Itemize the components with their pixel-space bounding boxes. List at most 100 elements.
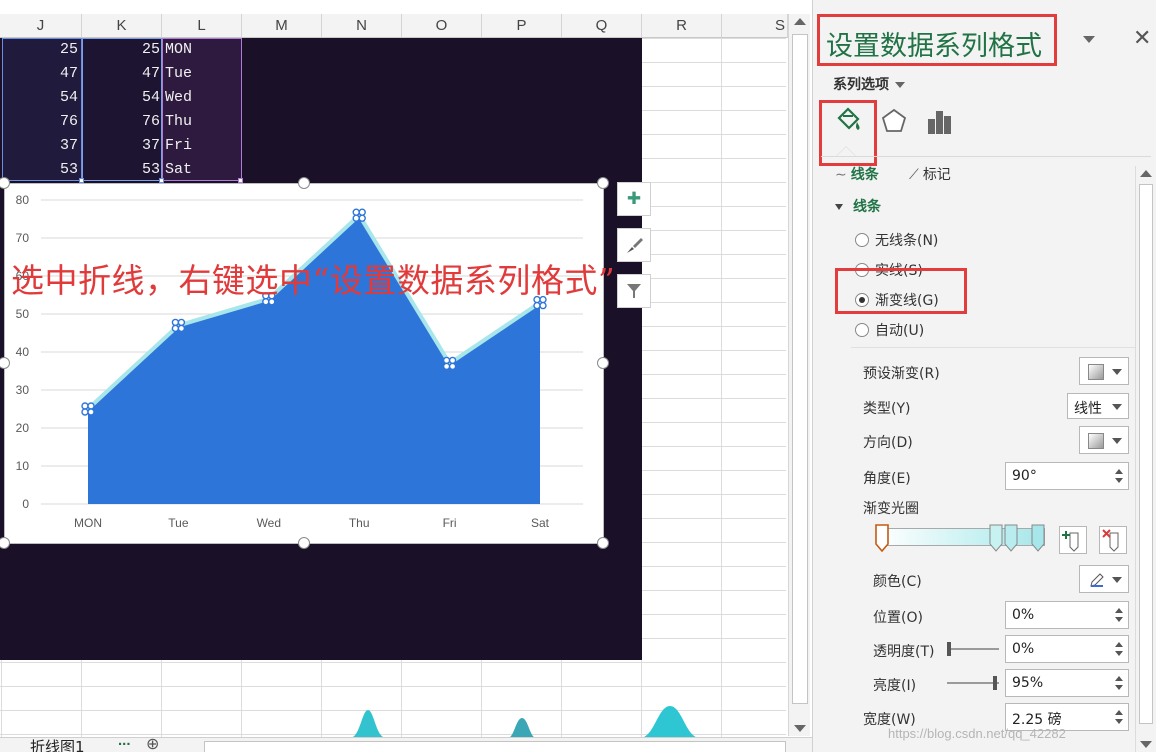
add-sheet-icon[interactable]: ⊕ [146,734,159,752]
sheet-tab[interactable]: 折线图1 [30,736,85,752]
column-header-n[interactable]: N [322,14,402,38]
scroll-up-icon[interactable] [1140,170,1152,177]
section-header-line[interactable]: 线条 [835,196,881,216]
sheet-vertical-scrollbar[interactable] [788,14,810,736]
add-gradient-stop-button[interactable] [1059,526,1087,554]
cell-l[interactable]: MON [165,41,241,58]
brightness-input[interactable]: 95% [1005,669,1129,697]
chart-resize-handle[interactable] [597,177,609,189]
spin-down-icon[interactable] [1115,685,1123,690]
transparency-input[interactable]: 0% [1005,635,1129,663]
radio-no-line[interactable]: 无线条(N) [855,230,938,250]
watermark: https://blog.csdn.net/qq_42282 [888,726,1066,741]
remove-gradient-stop-button[interactable] [1099,526,1127,554]
scroll-thumb[interactable] [1139,184,1153,724]
scroll-down-icon[interactable] [794,725,806,732]
area-chart[interactable]: 01020304050607080MON Tue Wed Thu Fri Sat [5,184,605,545]
spin-up-icon[interactable] [1115,642,1123,647]
chart-elements-button[interactable]: ✚ [617,182,651,216]
cell-k[interactable]: 37 [82,137,160,154]
chart-resize-handle[interactable] [597,357,609,369]
sheet-tab-bar: 折线图1 ... ⊕ [0,732,812,752]
gradient-stop-selected[interactable] [875,524,889,552]
gradient-stop[interactable] [1004,524,1018,552]
cell-k[interactable]: 25 [82,41,160,58]
column-header-p[interactable]: P [482,14,562,38]
remove-stop-icon [1102,529,1119,552]
chart-styles-button[interactable] [617,228,651,262]
scroll-up-icon[interactable] [794,18,806,25]
filter-icon [627,284,641,298]
cell-k[interactable]: 54 [82,89,160,106]
series-options-dropdown[interactable]: 系列选项 [833,74,905,94]
radio-button[interactable] [855,233,869,247]
position-label: 位置(O) [873,610,923,626]
horizontal-scrollbar[interactable] [204,741,786,752]
spin-up-icon[interactable] [1115,676,1123,681]
transparency-slider[interactable] [947,642,999,656]
spin-up-icon[interactable] [1115,608,1123,613]
cell-k[interactable]: 53 [82,161,160,178]
column-header-s[interactable]: S [722,14,788,38]
column-header-r[interactable]: R [642,14,722,38]
chart-resize-handle[interactable] [298,537,310,549]
direction-picker[interactable] [1079,426,1129,454]
cell-j[interactable]: 25 [0,41,78,58]
chart-resize-handle[interactable] [298,177,310,189]
column-header-o[interactable]: O [402,14,482,38]
cell-l[interactable]: Sat [165,161,241,178]
fill-line-icon[interactable] [833,106,863,136]
cell-k[interactable]: 76 [82,113,160,130]
cell-l[interactable]: Fri [165,137,241,154]
chart-object[interactable]: 0 10 20 30 40 50 60 70 80 MON Tue Wed Thu Fri Sat [4,183,604,544]
spin-down-icon[interactable] [1115,651,1123,656]
effects-icon[interactable] [879,106,909,136]
chart-resize-handle[interactable] [597,537,609,549]
cell-j[interactable]: 76 [0,113,78,130]
table-row: 76 76 Thu [0,110,242,134]
spin-down-icon[interactable] [1115,478,1123,483]
slider-handle[interactable] [947,642,951,656]
pane-options-icon[interactable] [1083,36,1095,43]
column-header-k[interactable]: K [82,14,162,38]
cell-k[interactable]: 47 [82,65,160,82]
cell-j[interactable]: 54 [0,89,78,106]
gradient-stop[interactable] [989,524,1003,552]
spin-up-icon[interactable] [1115,469,1123,474]
cell-l[interactable]: Wed [165,89,241,106]
scroll-thumb[interactable] [792,34,808,704]
gradient-stop[interactable] [1031,524,1045,552]
preset-gradient-picker[interactable] [1079,357,1129,385]
gradient-stops-bar[interactable] [877,528,1045,546]
radio-automatic[interactable]: 自动(U) [855,320,924,340]
column-header-q[interactable]: Q [562,14,642,38]
column-header-l[interactable]: L [162,14,242,38]
column-header-j[interactable]: J [0,14,82,38]
series-options-icon[interactable] [925,106,955,136]
pane-vertical-scrollbar[interactable] [1135,166,1155,752]
spin-down-icon[interactable] [1115,719,1123,724]
cell-l[interactable]: Tue [165,65,241,82]
spin-up-icon[interactable] [1115,710,1123,715]
cell-j[interactable]: 47 [0,65,78,82]
position-input[interactable]: 0% [1005,601,1129,629]
table-row: 37 37 Fri [0,134,242,158]
close-icon[interactable]: ✕ [1133,26,1151,51]
color-picker[interactable] [1079,565,1129,593]
column-header-m[interactable]: M [242,14,322,38]
type-select[interactable]: 线性 [1067,393,1129,419]
x-tick-label: Wed [257,516,281,530]
cell-j[interactable]: 53 [0,161,78,178]
tab-marker[interactable]: ⟋ 标记 [909,164,951,184]
spin-down-icon[interactable] [1115,617,1123,622]
cell-l[interactable]: Thu [165,113,241,130]
scroll-down-icon[interactable] [1140,741,1152,748]
cell-j[interactable]: 37 [0,137,78,154]
radio-button[interactable] [855,323,869,337]
angle-input[interactable]: 90° [1005,462,1129,490]
brightness-slider[interactable] [947,676,999,690]
more-tabs-button[interactable]: ... [118,732,131,749]
slider-handle[interactable] [993,676,997,690]
chart-filters-button[interactable] [617,274,651,308]
tab-line[interactable]: ∼ 线条 [835,164,879,184]
